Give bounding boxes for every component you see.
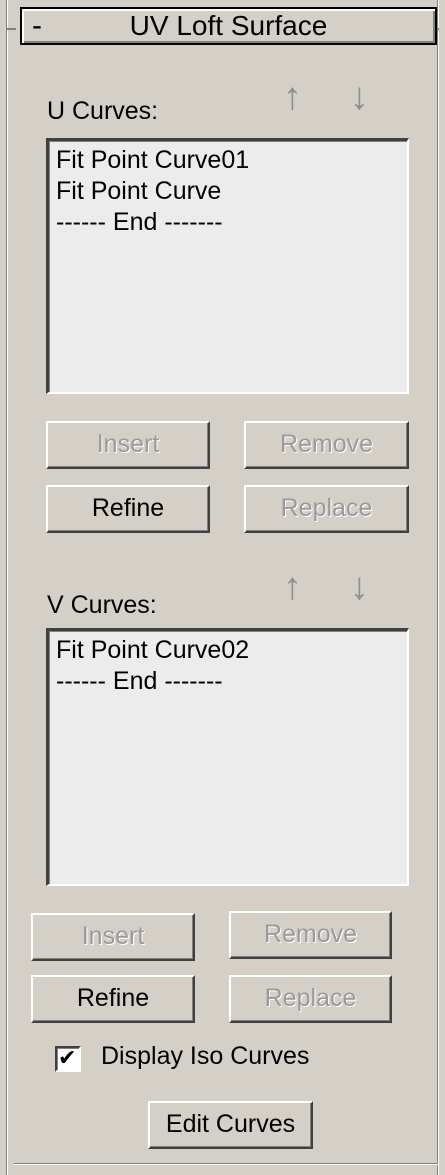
v-move-down-arrow-icon[interactable]: ↓ (350, 568, 369, 606)
u-replace-button[interactable]: Replace (244, 485, 409, 533)
u-curve-item[interactable]: Fit Point Curve (56, 176, 407, 207)
u-curves-label: U Curves: (47, 97, 159, 125)
u-remove-button[interactable]: Remove (244, 421, 409, 469)
checkmark-icon: ✔ (58, 1045, 77, 1070)
display-iso-curves-checkbox[interactable]: ✔ (55, 1045, 81, 1072)
u-insert-button[interactable]: Insert (46, 421, 210, 469)
v-insert-button[interactable]: Insert (31, 913, 195, 961)
u-curve-end-marker[interactable]: ------ End ------- (56, 207, 407, 238)
edit-curves-button[interactable]: Edit Curves (148, 1101, 313, 1149)
rollout-frame-corner-left (6, 28, 16, 30)
rollout-frame-left (6, 0, 8, 1175)
u-move-down-arrow-icon[interactable]: ↓ (350, 78, 369, 116)
display-iso-curves-label[interactable]: Display Iso Curves (101, 1042, 309, 1071)
u-curves-listbox[interactable]: Fit Point Curve01 Fit Point Curve ------… (46, 138, 409, 394)
rollout-title: UV Loft Surface (129, 10, 328, 41)
rollout-title-bar[interactable]: - UV Loft Surface (20, 7, 437, 45)
v-refine-button[interactable]: Refine (31, 975, 195, 1023)
u-move-up-arrow-icon[interactable]: ↑ (283, 78, 302, 116)
u-curve-item[interactable]: Fit Point Curve01 (56, 145, 407, 176)
v-remove-button[interactable]: Remove (229, 911, 392, 959)
v-curve-item[interactable]: Fit Point Curve02 (56, 635, 407, 666)
rollout-frame-bottom (14, 1163, 438, 1165)
v-curve-end-marker[interactable]: ------ End ------- (56, 666, 407, 697)
v-curves-label: V Curves: (47, 591, 157, 619)
u-refine-button[interactable]: Refine (46, 485, 210, 533)
v-move-up-arrow-icon[interactable]: ↑ (283, 568, 302, 606)
v-replace-button[interactable]: Replace (229, 975, 392, 1023)
rollout-frame-right (437, 0, 439, 1175)
v-curves-listbox[interactable]: Fit Point Curve02 ------ End ------- (46, 628, 409, 886)
